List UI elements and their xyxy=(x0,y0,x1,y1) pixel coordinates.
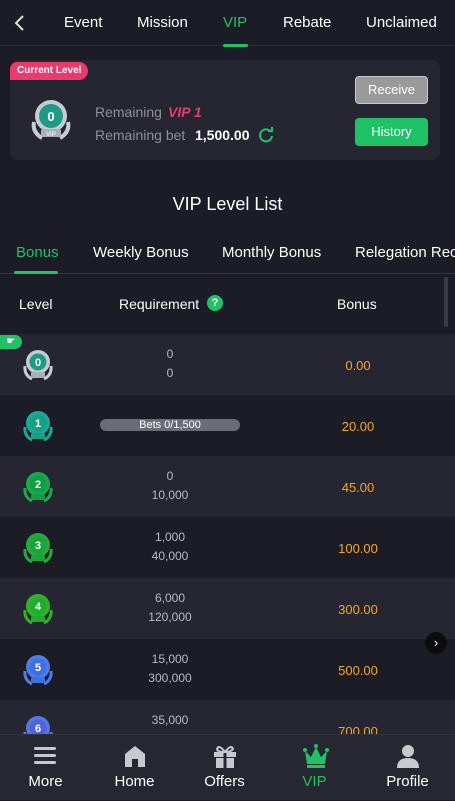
table-row: 4 6,000 120,000 300.00 xyxy=(0,578,455,639)
crown-icon xyxy=(303,744,329,768)
medal-level: 0 xyxy=(47,109,54,124)
nav-profile[interactable]: Profile xyxy=(362,735,453,801)
vip-level-medal-icon: 2 xyxy=(23,472,53,503)
help-icon[interactable]: ? xyxy=(207,295,223,311)
subtab-relegation[interactable]: Relegation Rec xyxy=(355,244,455,261)
table-row: 6 35,000 700.00 xyxy=(0,700,455,734)
requirement-top: 0 xyxy=(166,347,174,361)
medal-level-number: 5 xyxy=(35,662,41,674)
home-icon xyxy=(125,746,145,767)
requirement-top: 6,000 xyxy=(154,591,186,605)
medal-vip-text: VIP xyxy=(46,132,56,138)
user-icon xyxy=(397,745,419,768)
bet-progress-bar: Bets 0/1,500 xyxy=(100,419,240,431)
subtab-monthly-bonus[interactable]: Monthly Bonus xyxy=(222,244,321,261)
current-level-card: Current Level 0 VIP Remaining VIP 1 Rema… xyxy=(10,60,440,160)
bonus-value: 100.00 xyxy=(338,541,378,556)
table-row: 3 1,000 40,000 100.00 xyxy=(0,517,455,578)
vip-level-medal-icon: 5 xyxy=(23,655,53,686)
requirement-values: 0 10,000 xyxy=(100,467,240,505)
remaining-bet-value: 1,500.00 xyxy=(195,127,250,143)
requirement-values: 6,000 120,000 xyxy=(100,589,240,627)
medal-level-number: 4 xyxy=(35,601,42,613)
medal-level-number: 0 xyxy=(35,357,41,369)
bonus-value: 20.00 xyxy=(341,419,375,434)
requirement-values: 00 xyxy=(100,345,240,383)
current-level-badge: Current Level xyxy=(10,62,89,80)
bonus-value: 500.00 xyxy=(338,663,378,678)
table-row: 5 15,000 300,000 500.00 xyxy=(0,639,455,700)
history-button[interactable]: History xyxy=(355,118,428,146)
pointing-hand-icon: ☛ xyxy=(0,335,22,349)
vip-level-medal-icon: 6 xyxy=(23,716,53,734)
requirement-bottom: 120,000 xyxy=(148,610,192,624)
table-header: Level Requirement ? Bonus xyxy=(0,275,455,333)
header-requirement: Requirement xyxy=(119,296,200,312)
vip-level-medal-icon: 0 xyxy=(23,350,53,381)
medal-level-number: 6 xyxy=(35,723,41,734)
medal-level-number: 2 xyxy=(35,479,41,491)
requirement-top: 0 xyxy=(166,469,174,483)
header-level: Level xyxy=(19,296,53,312)
refresh-icon[interactable] xyxy=(257,126,275,144)
tab-unclaimed[interactable]: Unclaimed xyxy=(366,14,437,31)
subtab-bonus[interactable]: Bonus xyxy=(16,244,59,261)
nav-home-label: Home xyxy=(114,773,155,790)
requirement-values: 35,000 xyxy=(100,711,240,730)
vip-level-medal-icon: 3 xyxy=(23,533,53,564)
requirement-bottom: 300,000 xyxy=(148,671,192,685)
nav-offers[interactable]: Offers xyxy=(179,735,270,801)
nav-profile-label: Profile xyxy=(386,773,429,790)
nav-more[interactable]: More xyxy=(0,735,91,801)
medal-level-number: 1 xyxy=(35,418,41,430)
receive-button[interactable]: Receive xyxy=(355,76,428,104)
bonus-value: 0.00 xyxy=(345,358,371,373)
bonus-value: 700.00 xyxy=(338,724,378,734)
requirement-top: 35,000 xyxy=(151,713,189,727)
vip-level-list: 0 0 0 0.00 1 Bets 0/1,500 20.00 2 0 10,000 45.00 3 1… xyxy=(0,334,455,734)
requirement-values: 1,000 40,000 xyxy=(100,528,240,566)
tab-rebate[interactable]: Rebate xyxy=(283,14,331,31)
table-row: 1 Bets 0/1,500 20.00 xyxy=(0,395,455,456)
nav-vip[interactable]: VIP xyxy=(269,735,360,801)
tab-vip[interactable]: VIP xyxy=(223,14,247,31)
remaining-vip-value: VIP 1 xyxy=(168,104,202,120)
remaining-label: Remaining xyxy=(95,104,162,120)
bonus-sub-tabs: Bonus Weekly Bonus Monthly Bonus Relegat… xyxy=(0,236,455,274)
chevron-right-icon[interactable]: › xyxy=(425,632,447,654)
nav-more-label: More xyxy=(28,773,63,790)
table-row: 0 0 0 0.00 xyxy=(0,334,455,395)
gift-icon xyxy=(214,746,236,768)
requirement-values: 15,000 300,000 xyxy=(100,650,240,688)
requirement-top: 15,000 xyxy=(151,652,189,666)
header-bonus: Bonus xyxy=(337,296,377,312)
active-tab-indicator xyxy=(223,44,248,47)
nav-vip-label: VIP xyxy=(302,773,327,790)
nav-offers-label: Offers xyxy=(204,773,245,790)
requirement-bottom: 0 xyxy=(166,366,174,380)
menu-icon xyxy=(34,747,56,764)
vip-medal-icon: 0 VIP xyxy=(31,100,71,140)
medal-level-number: 3 xyxy=(35,540,41,552)
bonus-value: 300.00 xyxy=(338,602,378,617)
chevron-left-icon[interactable] xyxy=(8,11,32,35)
active-subtab-indicator xyxy=(14,271,58,274)
top-nav: Event Mission VIP Rebate Unclaimed xyxy=(0,0,455,47)
tab-event[interactable]: Event xyxy=(64,14,102,31)
vip-level-medal-icon: 4 xyxy=(23,594,53,625)
bottom-nav: More Home Offers VIP Profile xyxy=(0,734,455,800)
remaining-bet-label: Remaining bet xyxy=(95,127,186,143)
requirement-bottom: 40,000 xyxy=(151,549,189,563)
bonus-value: 45.00 xyxy=(341,480,375,495)
subtab-weekly-bonus[interactable]: Weekly Bonus xyxy=(93,244,189,261)
table-row: 2 0 10,000 45.00 xyxy=(0,456,455,517)
nav-home[interactable]: Home xyxy=(89,735,180,801)
scrollbar[interactable] xyxy=(444,277,448,327)
section-title: VIP Level List xyxy=(172,194,283,214)
requirement-bottom: 10,000 xyxy=(151,488,189,502)
tab-mission[interactable]: Mission xyxy=(137,14,188,31)
requirement-top: 1,000 xyxy=(154,530,186,544)
vip-level-medal-icon: 1 xyxy=(23,411,53,442)
